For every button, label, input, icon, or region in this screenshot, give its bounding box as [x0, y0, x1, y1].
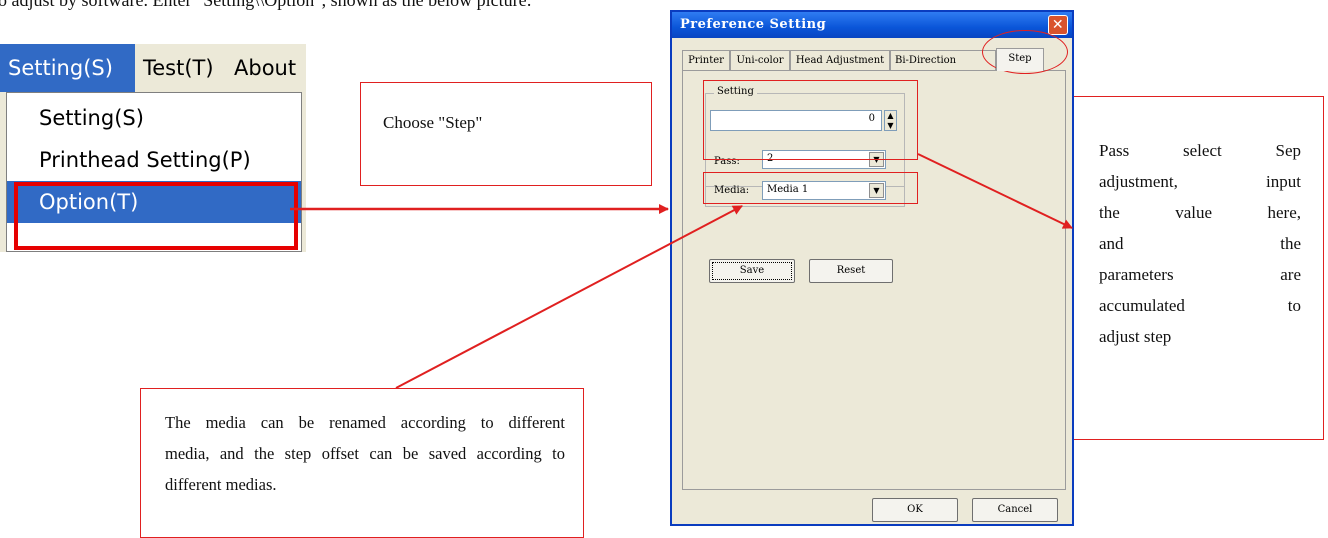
tab-step[interactable]: Step: [996, 48, 1044, 71]
media-note-arrow: [395, 205, 743, 389]
annotation-arrows: [290, 153, 1073, 389]
setting-to-note-arrow: [917, 153, 1073, 229]
